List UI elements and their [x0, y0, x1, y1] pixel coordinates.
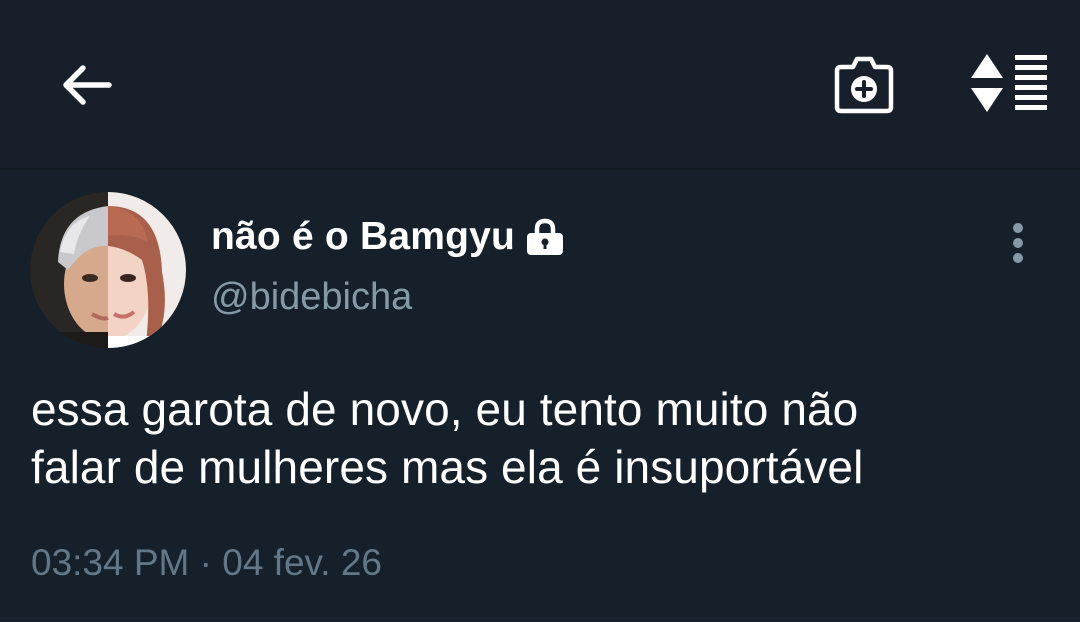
lock-icon	[525, 217, 569, 257]
avatar[interactable]	[30, 192, 186, 348]
tweet-detail: não é o Bamgyu @bidebicha essa garota de…	[0, 170, 1080, 622]
back-button[interactable]	[50, 50, 120, 120]
more-vertical-icon	[1013, 223, 1023, 263]
camera-plus-icon	[834, 56, 894, 114]
sort-button[interactable]	[964, 48, 1054, 118]
tweet-timestamp[interactable]: 03:34 PM · 04 fev. 26	[31, 542, 382, 584]
top-app-bar	[0, 0, 1080, 168]
arrow-left-icon	[63, 65, 112, 105]
user-handle[interactable]: @bidebicha	[211, 276, 412, 319]
tweet-text: essa garota de novo, eu tento muito não …	[31, 383, 864, 493]
sort-list-icon	[971, 54, 1047, 112]
display-name: não é o Bamgyu	[211, 215, 516, 258]
avatar-image	[30, 192, 186, 348]
more-options-button[interactable]	[996, 216, 1040, 270]
display-name-row[interactable]: não é o Bamgyu	[211, 212, 569, 262]
camera-button[interactable]	[826, 50, 902, 120]
tweet-divider	[0, 618, 1080, 619]
